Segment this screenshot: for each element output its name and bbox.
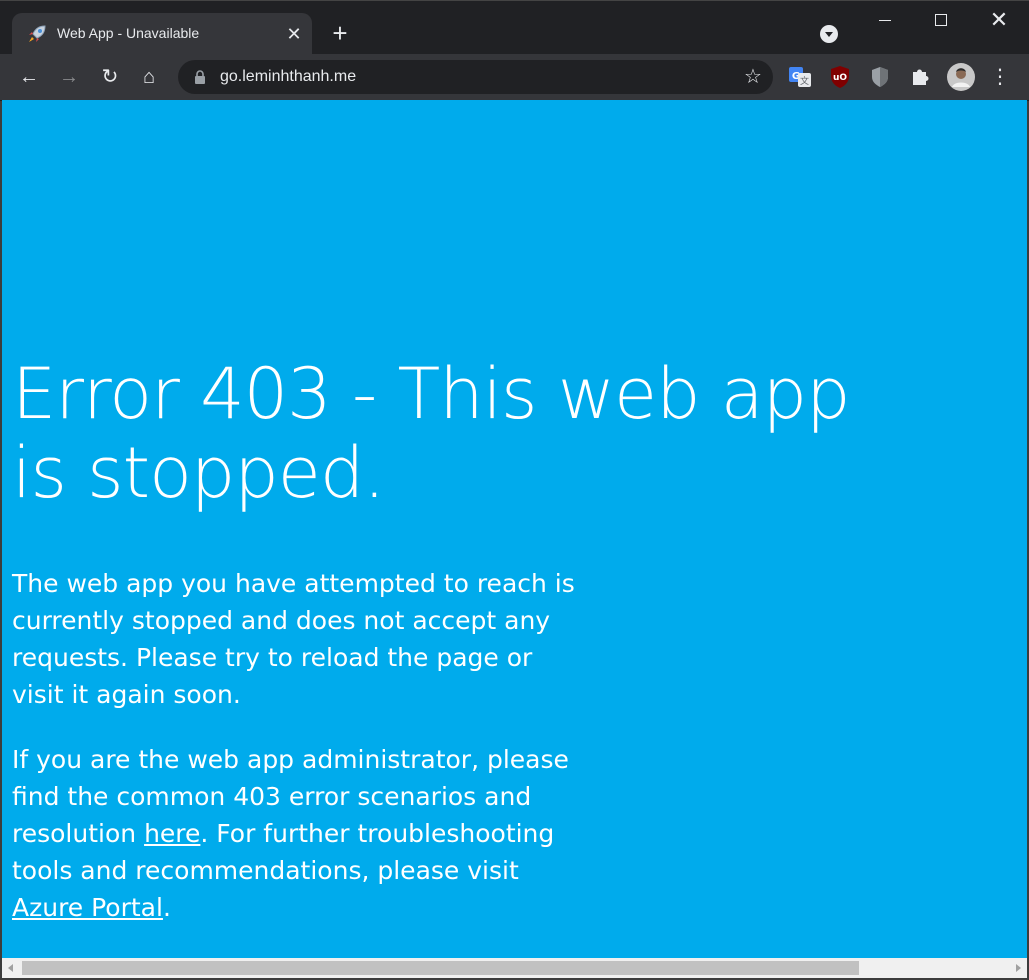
tab-active[interactable]: Web App - Unavailable ✕ bbox=[12, 13, 312, 55]
tab-search-icon[interactable] bbox=[820, 25, 838, 43]
page-title: Error 403 - This web app is stopped. bbox=[12, 353, 851, 514]
browser-menu-icon[interactable]: ⋮ bbox=[988, 63, 1012, 91]
svg-text:文: 文 bbox=[800, 75, 809, 87]
scrollbar-thumb[interactable] bbox=[22, 961, 859, 975]
shield-icon[interactable] bbox=[866, 63, 894, 91]
scroll-right-arrow-icon[interactable] bbox=[1009, 958, 1027, 978]
title-bar: Web App - Unavailable ✕ + ✕ bbox=[0, 0, 1029, 55]
page-content: Error 403 - This web app is stopped. The… bbox=[2, 100, 1027, 958]
here-link[interactable]: here bbox=[144, 819, 200, 848]
maximize-button[interactable] bbox=[918, 5, 964, 35]
minimize-button[interactable] bbox=[862, 5, 908, 35]
azure-portal-link[interactable]: Azure Portal bbox=[12, 893, 163, 922]
back-button[interactable]: ← bbox=[14, 62, 44, 92]
home-button[interactable]: ⌂ bbox=[134, 62, 164, 92]
window-close-button[interactable]: ✕ bbox=[976, 5, 1022, 35]
ublock-origin-icon[interactable]: uO bbox=[826, 63, 854, 91]
puzzle-icon[interactable] bbox=[906, 63, 934, 91]
tab-title: Web App - Unavailable bbox=[57, 25, 200, 41]
svg-text:uO: uO bbox=[833, 73, 847, 83]
profile-avatar[interactable] bbox=[946, 62, 976, 92]
browser-toolbar: ← → ↻ ⌂ go.leminhthanh.me ☆ G 文 uO 1 bbox=[0, 54, 1029, 147]
browser-window: Web App - Unavailable ✕ + ✕ ← → ↻ ⌂ go.l… bbox=[0, 0, 1029, 980]
address-bar[interactable]: go.leminhthanh.me ☆ bbox=[178, 60, 773, 94]
url-text: go.leminhthanh.me bbox=[220, 68, 357, 85]
paragraph-admin: If you are the web app administrator, pl… bbox=[12, 741, 582, 926]
lock-icon[interactable] bbox=[194, 70, 206, 84]
rocket-icon bbox=[29, 25, 46, 42]
paragraph-admin-text-c: . bbox=[162, 893, 171, 922]
horizontal-scrollbar[interactable] bbox=[2, 958, 1027, 978]
forward-button[interactable]: → bbox=[54, 62, 84, 92]
reload-button[interactable]: ↻ bbox=[95, 62, 125, 92]
google-translate-icon[interactable]: G 文 bbox=[786, 63, 814, 91]
new-tab-button[interactable]: + bbox=[326, 20, 354, 48]
scroll-left-arrow-icon[interactable] bbox=[2, 958, 20, 978]
bookmark-star-icon[interactable]: ☆ bbox=[739, 63, 767, 91]
paragraph-unavailable: The web app you have attempted to reach … bbox=[12, 569, 575, 709]
tab-close-icon[interactable]: ✕ bbox=[284, 24, 304, 44]
